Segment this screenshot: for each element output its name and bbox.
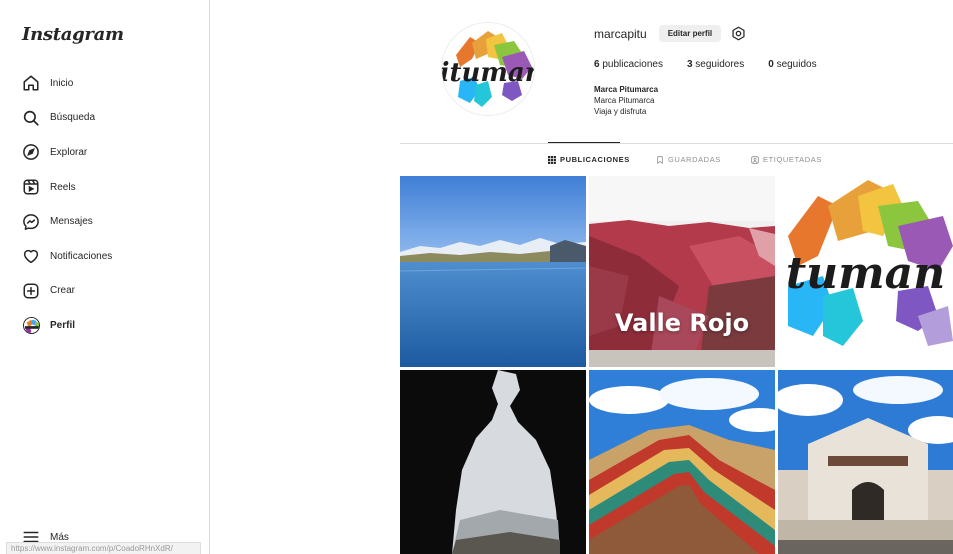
- profile-bio: Marca Pitumarca Marca Pitumarca Viaja y …: [594, 84, 658, 117]
- sidebar-item-label: Inicio: [50, 77, 74, 89]
- edit-profile-button[interactable]: Editar perfil: [658, 25, 722, 42]
- sidebar-item-reels[interactable]: Reels: [0, 170, 210, 205]
- sidebar-item-perfil[interactable]: Perfil: [0, 308, 210, 343]
- post-pitumarca-logo[interactable]: tuman: [778, 176, 953, 367]
- sidebar-item-crear[interactable]: Crear: [0, 274, 210, 309]
- post-rainbow-image: [589, 370, 775, 554]
- profile-picture[interactable]: itumar: [441, 22, 535, 116]
- followers-count[interactable]: 3 seguidores: [687, 59, 744, 70]
- tab-publicaciones[interactable]: PUBLICACIONES: [548, 155, 630, 164]
- post-rainbow-mountain[interactable]: [589, 370, 775, 554]
- settings-gear-icon[interactable]: [731, 26, 746, 41]
- profile-avatar-icon: [22, 316, 40, 334]
- posts-count: 6 publicaciones: [594, 59, 663, 70]
- sidebar-item-busqueda[interactable]: Búsqueda: [0, 101, 210, 136]
- instagram-logo[interactable]: Instagram: [22, 24, 124, 45]
- following-number: 0: [768, 59, 774, 70]
- following-count[interactable]: 0 seguidos: [768, 59, 816, 70]
- home-icon: [22, 74, 40, 92]
- avatar: [22, 316, 40, 334]
- posts-number: 6: [594, 59, 600, 70]
- post-cave-image: [400, 370, 586, 554]
- sidebar-item-label: Mensajes: [50, 216, 93, 228]
- post-valle-rojo[interactable]: Valle Rojo: [589, 176, 775, 367]
- search-icon: [22, 109, 40, 127]
- sidebar-item-explorar[interactable]: Explorar: [0, 135, 210, 170]
- active-tab-indicator: [548, 142, 620, 143]
- tagged-icon: [751, 155, 759, 164]
- heart-icon: [22, 247, 40, 265]
- tabs-divider: [400, 143, 953, 144]
- sidebar: Instagram Inicio Búsqueda Explorar Reels: [0, 0, 210, 554]
- pitumarca-logo: itumar: [442, 23, 535, 115]
- compass-icon: [22, 143, 40, 161]
- profile-stats: 6 publicaciones 3 seguidores 0 seguidos: [594, 59, 841, 70]
- tab-label: PUBLICACIONES: [560, 155, 630, 164]
- status-bar-url: https://www.instagram.com/p/CoadoRHnXdR/: [6, 542, 201, 554]
- post-church[interactable]: [778, 370, 953, 554]
- posts-label: publicaciones: [602, 59, 663, 70]
- reels-icon: [22, 178, 40, 196]
- tab-etiquetadas[interactable]: ETIQUETADAS: [751, 155, 822, 164]
- post-logo-overlay: tuman: [785, 248, 946, 299]
- grid-icon: [548, 155, 556, 164]
- sidebar-item-label: Reels: [50, 181, 76, 193]
- tab-label: ETIQUETADAS: [763, 155, 822, 164]
- tab-label: GUARDADAS: [668, 155, 721, 164]
- plus-square-icon: [22, 282, 40, 300]
- post-valle-rojo-image: [589, 176, 775, 367]
- sidebar-item-label: Explorar: [50, 146, 88, 158]
- post-lake-image: [400, 176, 586, 367]
- post-church-image: [778, 370, 953, 554]
- sidebar-item-notificaciones[interactable]: Notificaciones: [0, 239, 210, 274]
- followers-number: 3: [686, 59, 693, 70]
- post-lake[interactable]: [400, 176, 586, 367]
- followers-label: seguidores: [695, 59, 745, 70]
- following-label: seguidos: [776, 59, 817, 70]
- post-overlay-text: Valle Rojo: [614, 309, 750, 337]
- messenger-icon: [22, 213, 40, 231]
- posts-grid: Valle Rojo tuman: [400, 176, 953, 554]
- post-cave[interactable]: [400, 370, 586, 554]
- sidebar-item-label: Notificaciones: [50, 250, 113, 262]
- bio-name: Marca Pitumarca: [594, 85, 659, 94]
- sidebar-item-mensajes[interactable]: Mensajes: [0, 204, 210, 239]
- sidebar-nav: Inicio Búsqueda Explorar Reels Mensajes: [0, 66, 210, 343]
- profile-username-row: marcapitu Editar perfil: [594, 25, 746, 42]
- tab-guardadas[interactable]: GUARDADAS: [656, 155, 721, 164]
- logo-wordmark: itumar: [442, 58, 535, 88]
- bookmark-icon: [657, 155, 663, 164]
- sidebar-item-label: Perfil: [50, 319, 76, 331]
- sidebar-item-label: Búsqueda: [50, 112, 96, 124]
- sidebar-item-label: Crear: [50, 285, 76, 297]
- bio-line: Viaja y disfruta: [594, 107, 647, 116]
- sidebar-item-inicio[interactable]: Inicio: [0, 66, 210, 101]
- profile-username: marcapitu: [594, 26, 647, 41]
- bio-line: Marca Pitumarca: [594, 96, 655, 105]
